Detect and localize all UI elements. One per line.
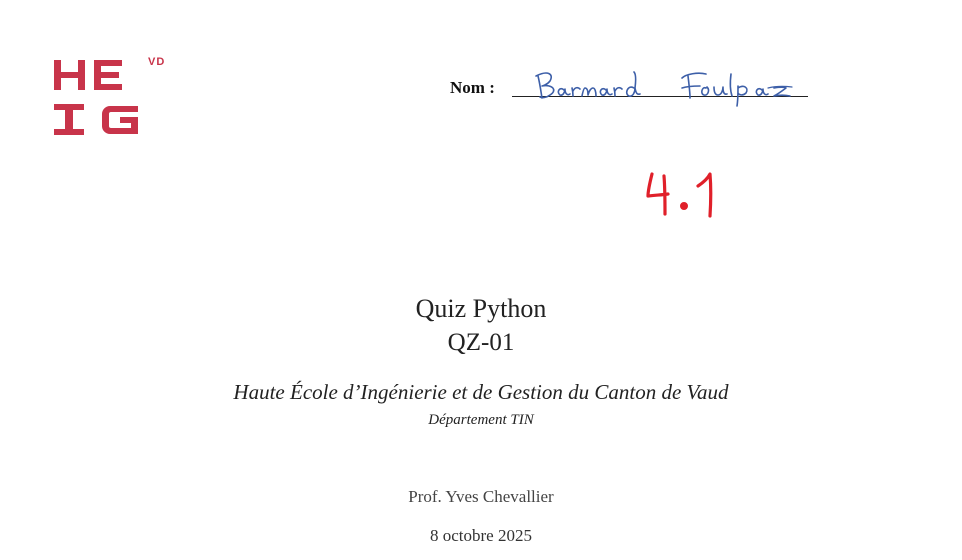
- name-label: Nom :: [450, 78, 495, 97]
- handwritten-name: [535, 71, 793, 107]
- name-field: Nom :: [450, 62, 820, 112]
- school-logo: VD: [54, 56, 174, 146]
- document-date: 8 octobre 2025: [430, 526, 532, 545]
- document-title-block: Quiz Python QZ-01: [0, 292, 962, 360]
- institution-name: Haute École d’Ingénierie et de Gestion d…: [233, 380, 729, 404]
- handwritten-grade: [646, 172, 713, 218]
- department-name: Département TIN: [428, 412, 534, 428]
- document-title: Quiz Python: [415, 294, 547, 323]
- logo-superscript: VD: [148, 56, 166, 68]
- document-code: QZ-01: [447, 329, 515, 356]
- author-name: Prof. Yves Chevallier: [408, 487, 554, 506]
